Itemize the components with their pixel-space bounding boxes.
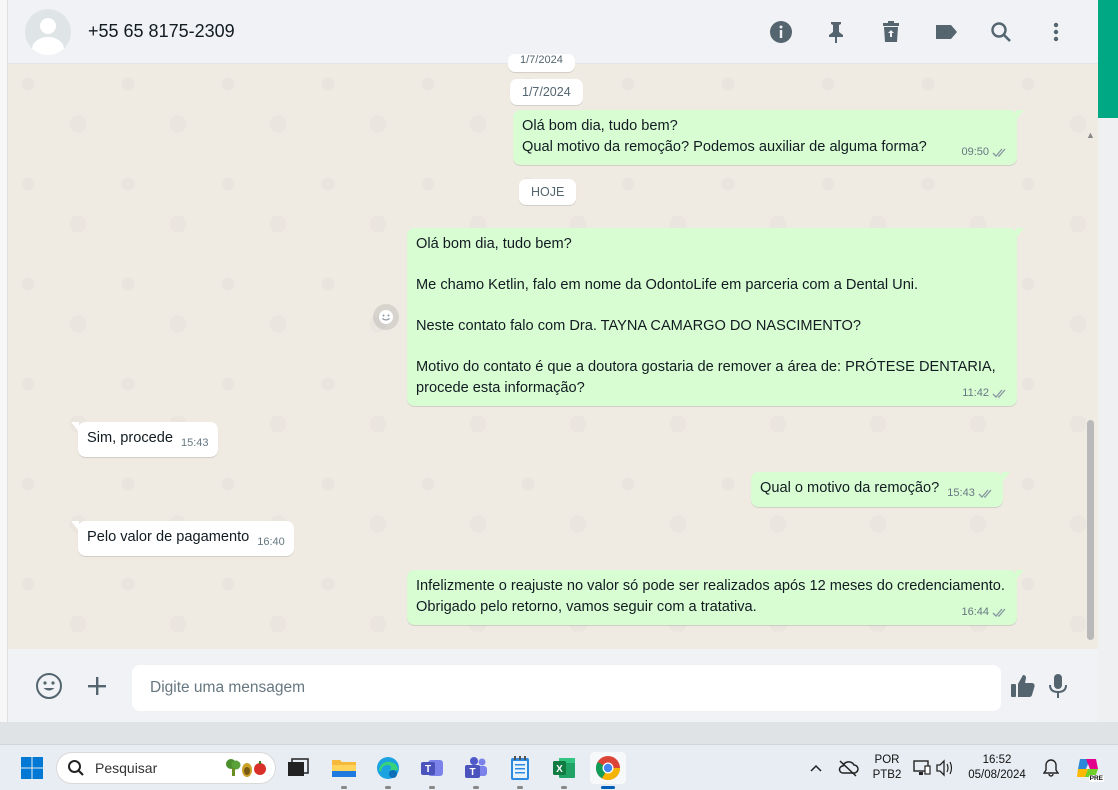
- message-meta: 15:43: [947, 486, 994, 501]
- copilot-preview-badge: PRE: [1088, 775, 1104, 782]
- info-icon[interactable]: [763, 14, 799, 50]
- message-text: Pelo valor de pagamento: [87, 529, 250, 545]
- date-pill: 1/7/2024: [510, 79, 583, 105]
- teams-work-icon[interactable]: T: [460, 752, 492, 789]
- clock[interactable]: 16:52 05/08/2024: [964, 753, 1030, 783]
- running-indicator: [429, 786, 435, 789]
- attach-plus-icon[interactable]: [82, 671, 112, 701]
- clock-time: 16:52: [982, 754, 1012, 766]
- message-text: Infelizmente o reajuste no valor só pode…: [416, 578, 1010, 615]
- running-indicator: [561, 786, 567, 789]
- message-list[interactable]: 1/7/2024 1/7/2024 Olá bom dia, tudo bem?…: [8, 54, 1098, 649]
- date-pill-today: HOJE: [519, 179, 577, 205]
- language-code: POR: [874, 754, 900, 766]
- network-offline-icon[interactable]: [834, 752, 862, 784]
- emoji-icon: [379, 310, 393, 324]
- emoji-icon[interactable]: [34, 671, 64, 701]
- taskbar-search[interactable]: Pesquisar: [56, 752, 276, 784]
- message-text: Sim, procede: [87, 430, 173, 446]
- edge-browser-icon[interactable]: [372, 752, 404, 789]
- message-time: 11:42: [962, 386, 989, 399]
- language-indicator[interactable]: POR PTB2: [868, 753, 906, 783]
- contact-name[interactable]: +55 65 8175-2309: [88, 21, 235, 42]
- label-icon[interactable]: [928, 14, 964, 50]
- display-volume-icons[interactable]: [912, 752, 956, 784]
- message-outgoing[interactable]: Olá bom dia, tudo bem? Me chamo Ketlin, …: [407, 228, 1024, 406]
- message-meta: 16:44: [961, 605, 1008, 620]
- message-input[interactable]: [132, 665, 1001, 711]
- file-explorer-icon[interactable]: [328, 752, 360, 789]
- read-ticks-icon: [992, 148, 1006, 157]
- search-highlight-veggies-icon: [226, 759, 266, 777]
- notifications-bell-icon[interactable]: [1038, 752, 1064, 784]
- thumbs-up-icon[interactable]: [1008, 671, 1038, 701]
- chrome-icon[interactable]: [590, 752, 626, 789]
- notepad-icon[interactable]: [504, 752, 536, 789]
- show-hidden-icons-chevron-icon[interactable]: [804, 752, 828, 784]
- message-outgoing[interactable]: Qual o motivo da remoção? 15:43: [751, 472, 1010, 507]
- svg-text:T: T: [425, 764, 431, 775]
- running-indicator: [341, 786, 347, 789]
- search-icon: [68, 760, 84, 776]
- background-window-edge: [0, 0, 8, 722]
- message-time: 09:50: [961, 145, 989, 158]
- side-panel-edge: [1098, 0, 1118, 722]
- scroll-up-arrow-icon[interactable]: ▲: [1086, 130, 1095, 140]
- active-indicator: [601, 786, 615, 789]
- pin-icon[interactable]: [818, 14, 854, 50]
- message-incoming[interactable]: Sim, procede 15:43: [71, 422, 218, 457]
- read-ticks-icon: [978, 489, 992, 498]
- message-time: 16:40: [257, 536, 285, 549]
- svg-text:T: T: [469, 767, 475, 778]
- menu-icon[interactable]: [1038, 14, 1074, 50]
- delete-icon[interactable]: [873, 14, 909, 50]
- copilot-icon[interactable]: PRE: [1072, 752, 1104, 784]
- taskbar: Pesquisar T T X POR PTB2 16:52 05/08/202…: [0, 744, 1118, 790]
- message-incoming[interactable]: Pelo valor de pagamento 16:40: [71, 521, 294, 556]
- message-meta: 09:50: [961, 145, 1008, 160]
- microphone-icon[interactable]: [1043, 671, 1073, 701]
- search-icon[interactable]: [983, 14, 1019, 50]
- reaction-button[interactable]: [373, 304, 399, 330]
- read-ticks-icon: [992, 389, 1006, 398]
- running-indicator: [385, 786, 391, 789]
- message-text: Olá bom dia, tudo bem? Qual motivo da re…: [522, 118, 927, 155]
- message-time: 16:44: [961, 605, 989, 618]
- search-label: Pesquisar: [95, 760, 158, 776]
- read-ticks-icon: [992, 608, 1006, 617]
- date-pill-partial: 1/7/2024: [508, 54, 575, 72]
- message-text: Qual o motivo da remoção?: [760, 480, 940, 496]
- composer: [8, 649, 1098, 722]
- excel-icon[interactable]: X: [548, 752, 580, 789]
- teams-icon[interactable]: T: [416, 752, 448, 789]
- clock-date: 05/08/2024: [968, 769, 1026, 781]
- message-meta: 11:42: [962, 386, 1008, 401]
- scrollbar-thumb[interactable]: [1087, 420, 1094, 640]
- running-indicator: [517, 786, 523, 789]
- message-meta: 16:40: [257, 535, 285, 550]
- task-view-icon[interactable]: [282, 752, 314, 784]
- message-outgoing[interactable]: Olá bom dia, tudo bem? Qual motivo da re…: [513, 110, 1024, 165]
- keyboard-layout: PTB2: [872, 769, 902, 781]
- message-time: 15:43: [180, 437, 209, 450]
- message-meta: 15:43: [181, 436, 209, 451]
- message-time: 15:43: [947, 487, 975, 500]
- running-indicator: [473, 786, 479, 789]
- svg-text:X: X: [556, 764, 563, 775]
- message-outgoing[interactable]: Infelizmente o reajuste no valor só pode…: [407, 570, 1024, 625]
- accent-strip: [1098, 0, 1118, 118]
- avatar[interactable]: [25, 9, 71, 55]
- message-text: Olá bom dia, tudo bem? Me chamo Ketlin, …: [416, 236, 996, 396]
- chat-window: +55 65 8175-2309 1/7/2024 1/7/2024 Olá b…: [8, 0, 1098, 722]
- windows-start-icon[interactable]: [16, 752, 48, 784]
